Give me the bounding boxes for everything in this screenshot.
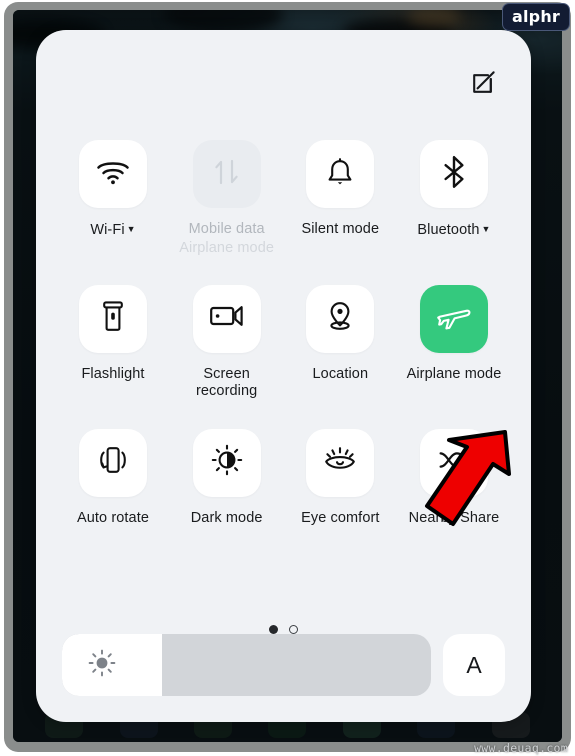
tile-mobile-data[interactable]: Mobile data Airplane mode (176, 140, 278, 257)
tile-eye-comfort[interactable]: Eye comfort (289, 428, 391, 528)
chevron-down-icon[interactable]: ▼ (482, 221, 491, 239)
tile-icon-box[interactable] (192, 140, 261, 208)
tile-label: Screen recording (195, 365, 258, 400)
tile-dark-mode[interactable]: Dark mode (176, 428, 278, 528)
tile-icon-box[interactable] (419, 284, 488, 353)
nearby-share-icon (437, 449, 471, 476)
tile-row: Flashlight Screen recording Location Air… (62, 284, 505, 401)
panel-header-actions (467, 66, 501, 100)
bottom-bar: A (62, 634, 505, 696)
auto-rotate-icon (96, 445, 130, 480)
tile-icon-box[interactable] (192, 284, 261, 353)
tile-flashlight[interactable]: Flashlight (62, 284, 164, 401)
edit-square-icon (471, 69, 497, 98)
brightness-slider[interactable] (62, 634, 431, 696)
location-pin-icon (324, 300, 356, 337)
eye-comfort-icon (323, 445, 357, 480)
tile-row: Auto rotate Dark mode Eye comfort Nearby… (62, 428, 505, 528)
tile-label: Bluetooth ▼ (417, 221, 490, 240)
auto-brightness-button[interactable]: A (443, 634, 505, 696)
tile-icon-box[interactable] (419, 428, 488, 497)
tile-label: Dark mode (190, 509, 263, 526)
tile-icon-box[interactable] (79, 284, 147, 353)
tile-label: Location (312, 365, 369, 382)
tile-label: Flashlight (81, 365, 145, 382)
screen-record-icon (209, 303, 245, 334)
tile-label: Airplane mode (406, 365, 502, 382)
tile-label: Eye comfort (301, 509, 380, 526)
quick-settings-tile-grid: Wi-Fi ▼ Mobile data Airplane mode Silent… (62, 140, 505, 555)
tile-wifi[interactable]: Wi-Fi ▼ (62, 140, 164, 257)
tile-airplane-mode[interactable]: Airplane mode (403, 284, 505, 401)
wifi-icon (96, 159, 130, 190)
page-indicator (36, 625, 531, 634)
flashlight-icon (101, 300, 125, 337)
edit-tiles-button[interactable] (467, 66, 501, 100)
tile-label: Mobile data (188, 221, 265, 237)
tile-label-text: Wi-Fi (90, 222, 125, 238)
tile-auto-rotate[interactable]: Auto rotate (62, 428, 164, 528)
tile-icon-box[interactable] (192, 428, 261, 497)
tile-label: Wi-Fi ▼ (90, 221, 135, 240)
device-screen: Wi-Fi ▼ Mobile data Airplane mode Silent… (13, 10, 562, 742)
tile-nearby-share[interactable]: Nearby Share (403, 428, 505, 528)
page-dot-2[interactable] (289, 625, 298, 634)
chevron-down-icon[interactable]: ▼ (127, 221, 136, 239)
tile-icon-box[interactable] (79, 140, 147, 208)
bluetooth-icon (441, 155, 467, 194)
page-dot-1[interactable] (269, 625, 278, 634)
tile-icon-box[interactable] (419, 140, 488, 208)
tile-silent-mode[interactable]: Silent mode (289, 140, 391, 257)
brightness-contrast-icon (211, 444, 243, 481)
tile-label: Silent mode (301, 221, 380, 237)
brightness-slider-fill (62, 634, 162, 696)
tile-icon-box[interactable] (306, 428, 375, 497)
device-frame: Wi-Fi ▼ Mobile data Airplane mode Silent… (4, 2, 571, 752)
tile-screen-recording[interactable]: Screen recording (176, 284, 278, 401)
airplane-icon (436, 299, 472, 338)
tile-bluetooth[interactable]: Bluetooth ▼ (403, 140, 505, 257)
tile-icon-box[interactable] (79, 428, 147, 497)
bell-icon (325, 156, 355, 193)
sun-icon (87, 648, 117, 683)
tile-icon-box[interactable] (306, 284, 375, 353)
tile-label: Nearby Share (408, 509, 500, 526)
data-transfer-icon (212, 157, 242, 192)
tile-label: Auto rotate (76, 509, 150, 526)
tile-row: Wi-Fi ▼ Mobile data Airplane mode Silent… (62, 140, 505, 257)
quick-settings-panel: Wi-Fi ▼ Mobile data Airplane mode Silent… (36, 30, 531, 722)
alphr-watermark: alphr (501, 3, 570, 31)
tile-location[interactable]: Location (289, 284, 391, 401)
tile-sublabel: Airplane mode (179, 239, 275, 256)
tile-icon-box[interactable] (306, 140, 375, 208)
tile-label-text: Bluetooth (417, 222, 480, 238)
site-watermark: www.deuaq.com (474, 741, 568, 755)
